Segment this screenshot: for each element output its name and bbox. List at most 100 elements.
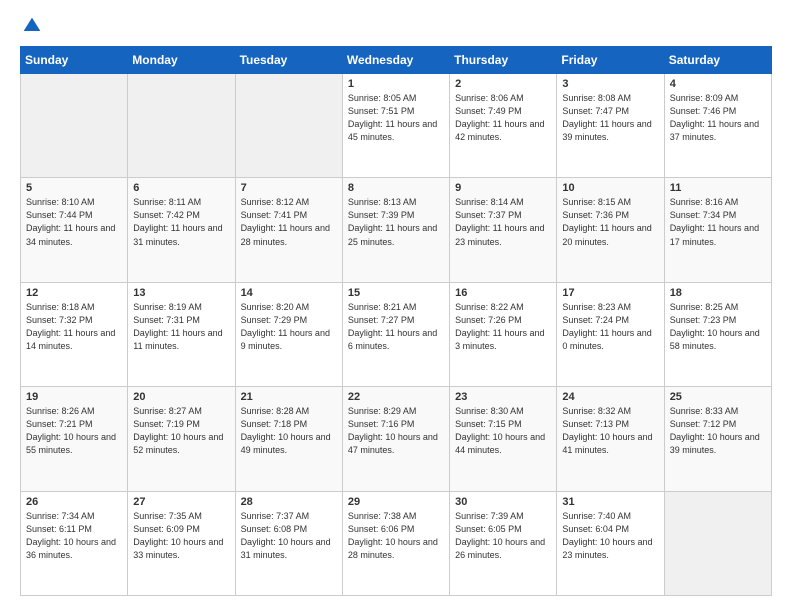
day-info: Sunrise: 8:25 AM Sunset: 7:23 PM Dayligh… (670, 301, 766, 353)
day-info: Sunrise: 8:05 AM Sunset: 7:51 PM Dayligh… (348, 92, 444, 144)
calendar-cell: 29Sunrise: 7:38 AM Sunset: 6:06 PM Dayli… (342, 491, 449, 595)
day-number: 2 (455, 78, 551, 90)
day-number: 14 (241, 287, 337, 299)
day-number: 7 (241, 182, 337, 194)
day-number: 26 (26, 496, 122, 508)
day-number: 15 (348, 287, 444, 299)
day-info: Sunrise: 8:12 AM Sunset: 7:41 PM Dayligh… (241, 196, 337, 248)
calendar-cell: 20 Sunrise: 8:27 AM Sunset: 7:19 PM Dayli… (128, 387, 235, 491)
calendar-header-wednesday: Wednesday (342, 47, 449, 74)
day-info: Sunrise: 8:14 AM Sunset: 7:37 PM Dayligh… (455, 196, 551, 248)
day-number: 3 (562, 78, 658, 90)
day-number: 20 (133, 391, 229, 403)
day-number: 12 (26, 287, 122, 299)
day-number: 11 (670, 182, 766, 194)
day-number: 10 (562, 182, 658, 194)
calendar-cell: 4 Sunrise: 8:09 AM Sunset: 7:46 PM Daylig… (664, 74, 771, 178)
day-number: 13 (133, 287, 229, 299)
calendar-cell: 31 Sunrise: 7:40 AM Sunset: 6:04 PM Dayli… (557, 491, 664, 595)
day-info: Sunrise: 8:16 AM Sunset: 7:34 PM Dayligh… (670, 196, 766, 248)
header (20, 16, 772, 36)
calendar-week-3: 12 Sunrise: 8:18 AM Sunset: 7:32 PM Dayli… (21, 282, 772, 386)
calendar-cell: 23 Sunrise: 8:30 AM Sunset: 7:15 PM Dayli… (450, 387, 557, 491)
day-number: 18 (670, 287, 766, 299)
day-info: Sunrise: 8:22 AM Sunset: 7:26 PM Dayligh… (455, 301, 551, 353)
calendar-cell: 25Sunrise: 8:33 AM Sunset: 7:12 PM Dayli… (664, 387, 771, 491)
day-info: Sunrise: 7:35 AM Sunset: 6:09 PM Dayligh… (133, 510, 229, 562)
calendar-cell: 22Sunrise: 8:29 AM Sunset: 7:16 PM Dayli… (342, 387, 449, 491)
day-number: 28 (241, 496, 337, 508)
day-info: Sunrise: 8:28 AM Sunset: 7:18 PM Dayligh… (241, 405, 337, 457)
day-number: 9 (455, 182, 551, 194)
day-number: 29 (348, 496, 444, 508)
calendar-cell: 14 Sunrise: 8:20 AM Sunset: 7:29 PM Dayli… (235, 282, 342, 386)
calendar-cell: 16 Sunrise: 8:22 AM Sunset: 7:26 PM Dayli… (450, 282, 557, 386)
day-number: 4 (670, 78, 766, 90)
day-number: 30 (455, 496, 551, 508)
calendar-header-thursday: Thursday (450, 47, 557, 74)
calendar-week-2: 5Sunrise: 8:10 AM Sunset: 7:44 PM Daylig… (21, 178, 772, 282)
day-number: 27 (133, 496, 229, 508)
calendar-cell: 10 Sunrise: 8:15 AM Sunset: 7:36 PM Dayli… (557, 178, 664, 282)
day-number: 31 (562, 496, 658, 508)
calendar-cell: 5Sunrise: 8:10 AM Sunset: 7:44 PM Daylig… (21, 178, 128, 282)
day-number: 8 (348, 182, 444, 194)
day-number: 19 (26, 391, 122, 403)
day-number: 22 (348, 391, 444, 403)
day-number: 23 (455, 391, 551, 403)
day-info: Sunrise: 8:26 AM Sunset: 7:21 PM Dayligh… (26, 405, 122, 457)
day-info: Sunrise: 8:30 AM Sunset: 7:15 PM Dayligh… (455, 405, 551, 457)
day-info: Sunrise: 7:34 AM Sunset: 6:11 PM Dayligh… (26, 510, 122, 562)
calendar-header-row: SundayMondayTuesdayWednesdayThursdayFrid… (21, 47, 772, 74)
day-info: Sunrise: 8:09 AM Sunset: 7:46 PM Dayligh… (670, 92, 766, 144)
logo-icon (22, 16, 42, 36)
calendar-cell: 15Sunrise: 8:21 AM Sunset: 7:27 PM Dayli… (342, 282, 449, 386)
day-info: Sunrise: 8:10 AM Sunset: 7:44 PM Dayligh… (26, 196, 122, 248)
day-number: 1 (348, 78, 444, 90)
day-number: 21 (241, 391, 337, 403)
calendar-page: SundayMondayTuesdayWednesdayThursdayFrid… (0, 0, 792, 612)
calendar-header-tuesday: Tuesday (235, 47, 342, 74)
calendar-cell: 1 Sunrise: 8:05 AM Sunset: 7:51 PM Daylig… (342, 74, 449, 178)
logo-text (20, 16, 42, 36)
day-info: Sunrise: 7:40 AM Sunset: 6:04 PM Dayligh… (562, 510, 658, 562)
calendar-header-saturday: Saturday (664, 47, 771, 74)
calendar-cell: 30Sunrise: 7:39 AM Sunset: 6:05 PM Dayli… (450, 491, 557, 595)
calendar-cell: 9 Sunrise: 8:14 AM Sunset: 7:37 PM Daylig… (450, 178, 557, 282)
calendar-cell (664, 491, 771, 595)
calendar-cell: 11 Sunrise: 8:16 AM Sunset: 7:34 PM Dayli… (664, 178, 771, 282)
day-number: 17 (562, 287, 658, 299)
calendar-cell: 19 Sunrise: 8:26 AM Sunset: 7:21 PM Dayli… (21, 387, 128, 491)
calendar-cell: 21 Sunrise: 8:28 AM Sunset: 7:18 PM Dayli… (235, 387, 342, 491)
calendar-cell: 26 Sunrise: 7:34 AM Sunset: 6:11 PM Dayli… (21, 491, 128, 595)
calendar-cell: 8 Sunrise: 8:13 AM Sunset: 7:39 PM Daylig… (342, 178, 449, 282)
day-info: Sunrise: 8:18 AM Sunset: 7:32 PM Dayligh… (26, 301, 122, 353)
calendar-cell: 12 Sunrise: 8:18 AM Sunset: 7:32 PM Dayli… (21, 282, 128, 386)
calendar-cell: 3 Sunrise: 8:08 AM Sunset: 7:47 PM Daylig… (557, 74, 664, 178)
calendar-header-monday: Monday (128, 47, 235, 74)
day-number: 6 (133, 182, 229, 194)
calendar-cell: 24Sunrise: 8:32 AM Sunset: 7:13 PM Dayli… (557, 387, 664, 491)
calendar-cell: 18 Sunrise: 8:25 AM Sunset: 7:23 PM Dayli… (664, 282, 771, 386)
day-number: 16 (455, 287, 551, 299)
calendar-week-5: 26 Sunrise: 7:34 AM Sunset: 6:11 PM Dayli… (21, 491, 772, 595)
day-info: Sunrise: 8:15 AM Sunset: 7:36 PM Dayligh… (562, 196, 658, 248)
calendar-cell: 28 Sunrise: 7:37 AM Sunset: 6:08 PM Dayli… (235, 491, 342, 595)
day-info: Sunrise: 8:33 AM Sunset: 7:12 PM Dayligh… (670, 405, 766, 457)
calendar-cell: 7 Sunrise: 8:12 AM Sunset: 7:41 PM Daylig… (235, 178, 342, 282)
day-info: Sunrise: 8:08 AM Sunset: 7:47 PM Dayligh… (562, 92, 658, 144)
day-number: 24 (562, 391, 658, 403)
day-info: Sunrise: 8:13 AM Sunset: 7:39 PM Dayligh… (348, 196, 444, 248)
day-info: Sunrise: 7:37 AM Sunset: 6:08 PM Dayligh… (241, 510, 337, 562)
day-info: Sunrise: 8:20 AM Sunset: 7:29 PM Dayligh… (241, 301, 337, 353)
calendar-cell (235, 74, 342, 178)
day-info: Sunrise: 8:11 AM Sunset: 7:42 PM Dayligh… (133, 196, 229, 248)
calendar-header-sunday: Sunday (21, 47, 128, 74)
calendar-week-4: 19 Sunrise: 8:26 AM Sunset: 7:21 PM Dayli… (21, 387, 772, 491)
calendar-cell: 13Sunrise: 8:19 AM Sunset: 7:31 PM Dayli… (128, 282, 235, 386)
calendar-header-friday: Friday (557, 47, 664, 74)
calendar-cell: 17 Sunrise: 8:23 AM Sunset: 7:24 PM Dayli… (557, 282, 664, 386)
day-info: Sunrise: 8:27 AM Sunset: 7:19 PM Dayligh… (133, 405, 229, 457)
calendar-cell: 6 Sunrise: 8:11 AM Sunset: 7:42 PM Daylig… (128, 178, 235, 282)
day-info: Sunrise: 8:23 AM Sunset: 7:24 PM Dayligh… (562, 301, 658, 353)
